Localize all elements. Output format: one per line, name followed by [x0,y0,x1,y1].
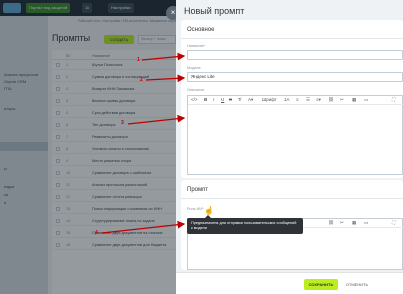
arrow-3 [127,114,186,125]
marker-3: 3 [121,120,124,126]
marker-1: 1 [137,57,140,63]
arrow-2 [145,74,186,83]
marker-2: 2 [140,77,143,83]
annotation-arrows [101,52,186,234]
arrow-4 [101,220,186,234]
arrow-1 [141,52,186,61]
marker-4: 4 [95,230,98,236]
